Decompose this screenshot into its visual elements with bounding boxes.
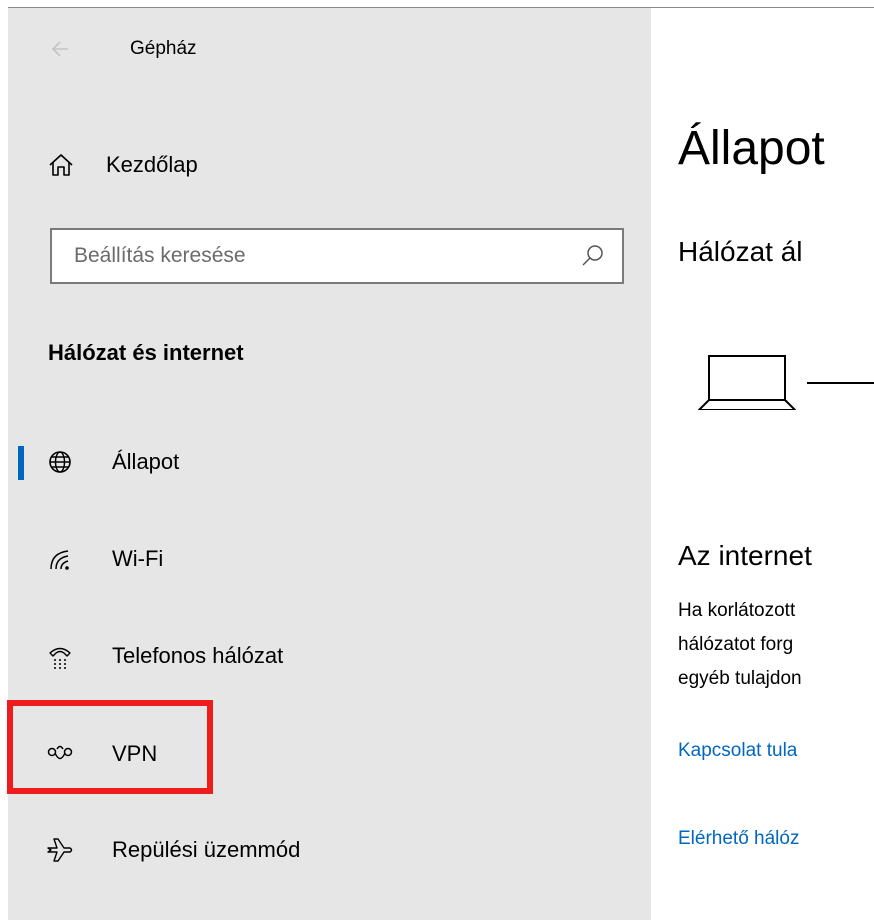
search-input[interactable]: Beállítás keresése bbox=[74, 244, 580, 268]
description-line: egyéb tulajdon bbox=[678, 668, 802, 689]
home-link[interactable]: Kezdőlap bbox=[38, 142, 638, 188]
back-arrow-icon[interactable] bbox=[46, 34, 76, 64]
globe-icon bbox=[46, 448, 74, 476]
search-box[interactable]: Beállítás keresése bbox=[50, 228, 624, 284]
section-title: Hálózat és internet bbox=[48, 340, 244, 365]
sidebar-item-label: Wi-Fi bbox=[112, 546, 164, 571]
available-networks-link[interactable]: Elérhető hálóz bbox=[678, 828, 799, 850]
network-status-heading: Hálózat ál bbox=[678, 236, 803, 267]
home-icon bbox=[49, 154, 73, 176]
airplane-icon bbox=[46, 836, 74, 864]
selected-indicator bbox=[18, 446, 24, 480]
page-title: Állapot bbox=[678, 122, 825, 175]
sidebar-item-label: Telefonos hálózat bbox=[112, 643, 284, 668]
description: Ha korlátozott hálózatot forg egyéb tula… bbox=[678, 594, 874, 696]
dialup-icon bbox=[46, 642, 74, 670]
internet-heading: Az internet bbox=[678, 540, 812, 571]
search-icon[interactable] bbox=[580, 243, 606, 269]
sidebar-item-telefonos-halozat[interactable]: Telefonos hálózat bbox=[18, 630, 648, 682]
window-top-border bbox=[0, 0, 874, 8]
connection-line bbox=[807, 382, 874, 384]
connection-properties-link[interactable]: Kapcsolat tula bbox=[678, 740, 797, 762]
sidebar-item-label: Repülési üzemmód bbox=[112, 837, 301, 862]
description-line: hálózatot forg bbox=[678, 634, 794, 655]
home-label: Kezdőlap bbox=[106, 152, 198, 177]
sidebar-item-allapot[interactable]: Állapot bbox=[18, 436, 648, 488]
description-line: Ha korlátozott bbox=[678, 600, 796, 621]
sidebar-item-repulesi-uzemmod[interactable]: Repülési üzemmód bbox=[18, 824, 648, 876]
main-content: Állapot Hálózat ál Az internet Ha korlát… bbox=[651, 8, 874, 920]
laptop-icon bbox=[698, 355, 796, 410]
vpn-highlight-box bbox=[7, 700, 213, 794]
wifi-icon bbox=[46, 545, 74, 573]
app-title: Gépház bbox=[130, 38, 197, 59]
sidebar-item-label: Állapot bbox=[112, 449, 180, 474]
sidebar-item-wifi[interactable]: Wi-Fi bbox=[18, 533, 648, 585]
